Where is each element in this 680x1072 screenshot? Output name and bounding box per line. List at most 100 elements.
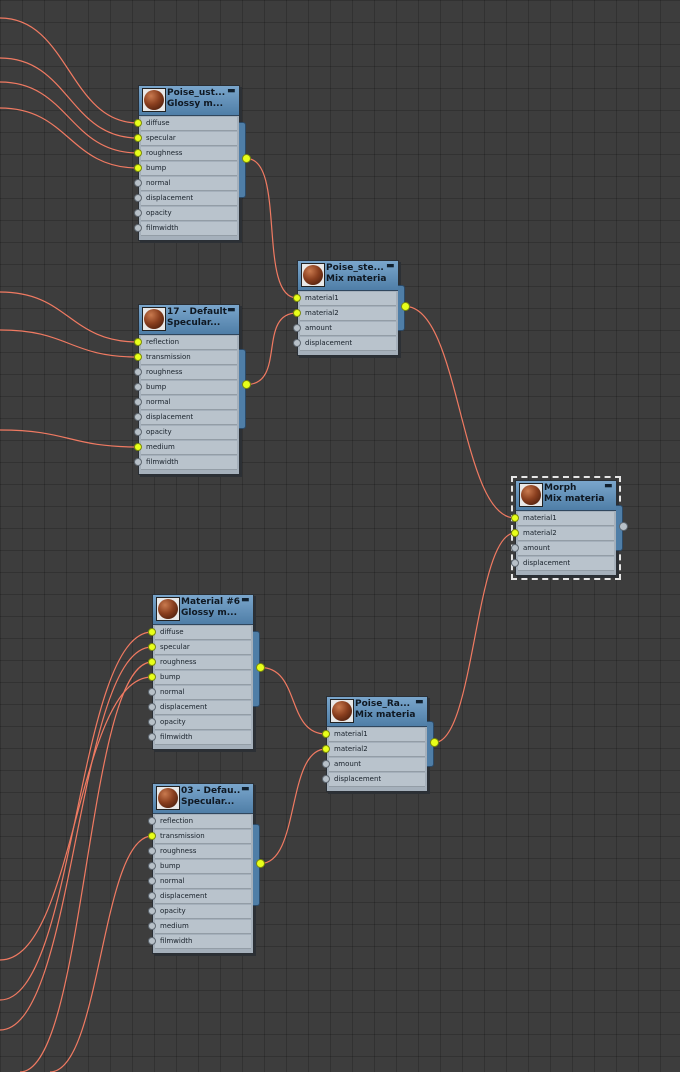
- material-node[interactable]: 03 - Defau... Specular... ▬ reflection t…: [148, 783, 265, 954]
- input-port[interactable]: [148, 643, 156, 651]
- output-port[interactable]: [430, 738, 439, 747]
- input-port[interactable]: [134, 119, 142, 127]
- input-port[interactable]: [148, 862, 156, 870]
- input-port[interactable]: [134, 224, 142, 232]
- input-port[interactable]: [134, 413, 142, 421]
- output-port[interactable]: [619, 522, 628, 531]
- input-port[interactable]: [322, 775, 330, 783]
- input-slot[interactable]: diffuse: [148, 626, 251, 640]
- input-port[interactable]: [134, 209, 142, 217]
- input-port[interactable]: [148, 832, 156, 840]
- input-slot[interactable]: bump: [134, 381, 237, 395]
- input-slot[interactable]: amount: [293, 322, 396, 336]
- input-slot[interactable]: opacity: [134, 207, 237, 221]
- input-port[interactable]: [134, 149, 142, 157]
- input-slot[interactable]: bump: [148, 671, 251, 685]
- input-slot[interactable]: displacement: [148, 701, 251, 715]
- input-slot[interactable]: bump: [148, 860, 251, 874]
- input-port[interactable]: [148, 718, 156, 726]
- input-port[interactable]: [293, 339, 301, 347]
- input-slot[interactable]: amount: [322, 758, 425, 772]
- input-slot[interactable]: opacity: [134, 426, 237, 440]
- input-slot[interactable]: displacement: [134, 192, 237, 206]
- input-slot[interactable]: normal: [148, 875, 251, 889]
- input-slot[interactable]: filmwidth: [134, 222, 237, 236]
- input-slot[interactable]: displacement: [148, 890, 251, 904]
- input-slot[interactable]: material2: [322, 743, 425, 757]
- output-port[interactable]: [242, 154, 251, 163]
- input-port[interactable]: [148, 922, 156, 930]
- input-slot[interactable]: specular: [148, 641, 251, 655]
- input-port[interactable]: [293, 324, 301, 332]
- input-port[interactable]: [148, 733, 156, 741]
- node-header[interactable]: Poise_ust... Glossy m... ▬: [139, 86, 239, 116]
- input-slot[interactable]: reflection: [148, 815, 251, 829]
- minimize-icon[interactable]: ▬: [386, 262, 395, 271]
- input-port[interactable]: [322, 745, 330, 753]
- input-slot[interactable]: transmission: [134, 351, 237, 365]
- input-port[interactable]: [293, 294, 301, 302]
- minimize-icon[interactable]: ▬: [415, 698, 424, 707]
- input-port[interactable]: [134, 398, 142, 406]
- input-slot[interactable]: opacity: [148, 716, 251, 730]
- input-slot[interactable]: normal: [148, 686, 251, 700]
- output-port[interactable]: [256, 859, 265, 868]
- input-slot[interactable]: diffuse: [134, 117, 237, 131]
- input-port[interactable]: [148, 847, 156, 855]
- minimize-icon[interactable]: ▬: [604, 482, 613, 491]
- minimize-icon[interactable]: ▬: [227, 87, 236, 96]
- input-port[interactable]: [134, 383, 142, 391]
- input-port[interactable]: [511, 529, 519, 537]
- input-slot[interactable]: filmwidth: [148, 731, 251, 745]
- material-node[interactable]: Material #6 Glossy m... ▬ diffuse specul…: [148, 594, 265, 750]
- input-slot[interactable]: normal: [134, 396, 237, 410]
- input-slot[interactable]: displacement: [511, 557, 614, 571]
- material-node[interactable]: Poise_Ra... Mix material ▬ material1 mat…: [322, 696, 439, 792]
- input-slot[interactable]: reflection: [134, 336, 237, 350]
- input-port[interactable]: [293, 309, 301, 317]
- minimize-icon[interactable]: ▬: [241, 785, 250, 794]
- input-port[interactable]: [134, 134, 142, 142]
- input-slot[interactable]: displacement: [134, 411, 237, 425]
- output-port[interactable]: [256, 663, 265, 672]
- input-port[interactable]: [134, 194, 142, 202]
- input-slot[interactable]: medium: [148, 920, 251, 934]
- input-slot[interactable]: roughness: [134, 366, 237, 380]
- node-editor-canvas[interactable]: Poise_ust... Glossy m... ▬ diffuse specu…: [0, 0, 680, 1072]
- input-port[interactable]: [148, 673, 156, 681]
- input-slot[interactable]: material1: [511, 512, 614, 526]
- input-slot[interactable]: filmwidth: [148, 935, 251, 949]
- input-slot[interactable]: roughness: [134, 147, 237, 161]
- input-slot[interactable]: opacity: [148, 905, 251, 919]
- input-slot[interactable]: specular: [134, 132, 237, 146]
- input-port[interactable]: [134, 428, 142, 436]
- input-port[interactable]: [148, 907, 156, 915]
- input-port[interactable]: [148, 817, 156, 825]
- input-slot[interactable]: transmission: [148, 830, 251, 844]
- input-slot[interactable]: medium: [134, 441, 237, 455]
- minimize-icon[interactable]: ▬: [241, 596, 250, 605]
- node-header[interactable]: Morph Mix material ▬: [516, 481, 616, 511]
- input-slot[interactable]: roughness: [148, 656, 251, 670]
- input-port[interactable]: [134, 164, 142, 172]
- node-header[interactable]: Material #6 Glossy m... ▬: [153, 595, 253, 625]
- input-slot[interactable]: material2: [293, 307, 396, 321]
- input-slot[interactable]: material1: [322, 728, 425, 742]
- input-port[interactable]: [134, 179, 142, 187]
- output-port[interactable]: [242, 380, 251, 389]
- input-port[interactable]: [148, 937, 156, 945]
- material-node[interactable]: 17 - Default Specular... ▬ reflection tr…: [134, 304, 251, 475]
- input-slot[interactable]: displacement: [293, 337, 396, 351]
- input-slot[interactable]: amount: [511, 542, 614, 556]
- input-port[interactable]: [322, 760, 330, 768]
- input-port[interactable]: [511, 559, 519, 567]
- input-slot[interactable]: roughness: [148, 845, 251, 859]
- input-port[interactable]: [148, 658, 156, 666]
- input-port[interactable]: [134, 443, 142, 451]
- input-port[interactable]: [134, 458, 142, 466]
- input-slot[interactable]: material2: [511, 527, 614, 541]
- material-node[interactable]: Poise_ust... Glossy m... ▬ diffuse specu…: [134, 85, 251, 241]
- output-port[interactable]: [401, 302, 410, 311]
- input-port[interactable]: [511, 514, 519, 522]
- input-slot[interactable]: filmwidth: [134, 456, 237, 470]
